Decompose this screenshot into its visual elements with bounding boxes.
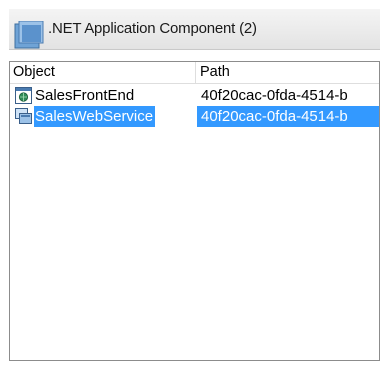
column-header-path[interactable]: Path xyxy=(197,62,379,83)
list-item-salesfrontend[interactable]: SalesFrontEnd 40f20cac-0fda-4514-b xyxy=(11,85,379,106)
web-app-icon xyxy=(15,87,32,104)
row-path: 40f20cac-0fda-4514-b xyxy=(201,87,348,104)
pane-title: .NET Application Component (2) xyxy=(48,20,257,37)
web-service-icon xyxy=(15,108,32,125)
object-list[interactable]: Object Path SalesFrontEnd 40f20cac-0fda-… xyxy=(9,61,380,361)
pane-header: .NET Application Component (2) xyxy=(9,9,380,50)
row-object-name: SalesFrontEnd xyxy=(35,87,135,104)
row-path: 40f20cac-0fda-4514-b xyxy=(201,108,348,125)
column-header-row: Object Path xyxy=(10,62,379,84)
component-icon xyxy=(14,20,46,49)
component-pane: .NET Application Component (2) Object Pa… xyxy=(0,0,387,366)
list-item-saleswebservice[interactable]: SalesWebService 40f20cac-0fda-4514-b xyxy=(11,106,379,127)
row-object-name: SalesWebService xyxy=(34,106,156,127)
column-header-object[interactable]: Object xyxy=(10,62,196,83)
